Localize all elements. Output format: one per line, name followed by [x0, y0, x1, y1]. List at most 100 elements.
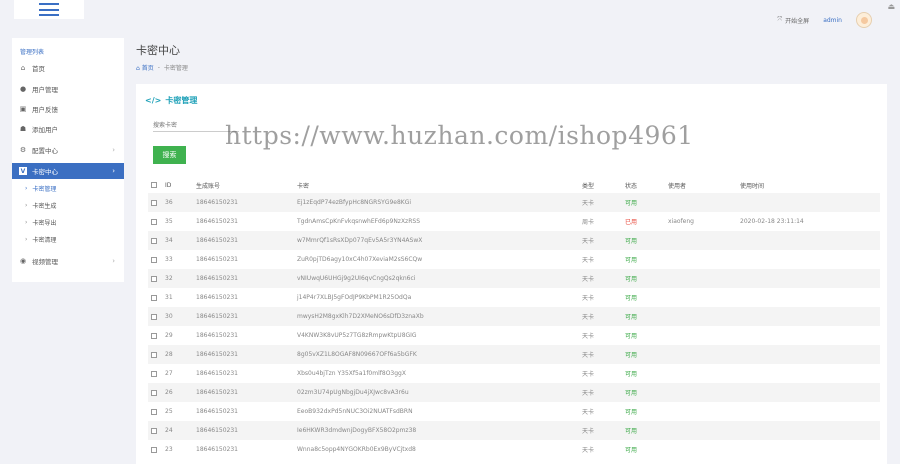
header-user[interactable]: 使用者 — [668, 177, 740, 193]
breadcrumb-separator: - — [157, 64, 160, 71]
avatar[interactable] — [856, 12, 872, 28]
breadcrumb-home[interactable]: ⌂ 首页 — [136, 63, 154, 72]
sidebar-sub-card-generate[interactable]: › 卡密生成 — [12, 197, 124, 214]
row-checkbox[interactable] — [151, 313, 157, 320]
cell-user — [668, 402, 740, 421]
panel-title: </> 卡密管理 — [145, 96, 198, 105]
sidebar-item-card-center[interactable]: V 卡密中心 › — [12, 163, 124, 179]
cell-id: 31 — [165, 294, 173, 301]
cell-account: 18646150231 — [196, 313, 238, 320]
header-card[interactable]: 卡密 — [297, 177, 582, 193]
sidebar-item-home[interactable]: ⌂ 首页 — [12, 60, 124, 76]
admin-name[interactable]: admin — [823, 17, 842, 24]
table-header-row: ID 生成账号 卡密 类型 状态 使用者 使用时间 — [148, 177, 880, 193]
cell-card: TgdnAmsCpKnFvkqsnwhEFd6p9NzXzRSS — [297, 218, 420, 225]
sidebar-item-video[interactable]: ◉ 视频管理 › — [12, 253, 124, 269]
row-checkbox[interactable] — [151, 332, 157, 339]
row-checkbox[interactable] — [151, 199, 157, 206]
sidebar-sub-card-manage[interactable]: › 卡密管理 — [12, 180, 124, 197]
table-row: 34 18646150231 w7MmrQf1sRsXDp077qEv5A5r3YN… — [148, 231, 880, 250]
table-row: 23 18646150231 Wnna8c5opp4NYGOKRb0Ex9ByVCj… — [148, 440, 880, 459]
sidebar-item-feedback[interactable]: ▣ 用户反馈 — [12, 101, 124, 117]
table-row: 33 18646150231 ZuR0pjTD6agy10xC4h07XeviaM2… — [148, 250, 880, 269]
sidebar-item-config[interactable]: ⚙ 配置中心 › — [12, 142, 124, 158]
sidebar-sub-card-export[interactable]: › 卡密导出 — [12, 214, 124, 231]
header-time[interactable]: 使用时间 — [740, 177, 880, 193]
cell-account: 18646150231 — [196, 351, 238, 358]
chevron-right-icon: › — [25, 185, 28, 192]
header-id[interactable]: ID — [165, 177, 196, 193]
table-row: 24 18646150231 Ie6HKWR3dmdwnjDogyBFX58O2pm… — [148, 421, 880, 440]
select-all-checkbox[interactable] — [151, 182, 157, 188]
cell-type: 天卡 — [582, 390, 595, 397]
row-checkbox[interactable] — [151, 446, 157, 453]
row-checkbox[interactable] — [151, 256, 157, 263]
cell-id: 35 — [165, 218, 173, 225]
expand-icon: ⤧ — [777, 16, 783, 23]
table-row: 30 18646150231 mwysH2M8gxKlh7D2XMeNO6sDfD3… — [148, 307, 880, 326]
cell-id: 25 — [165, 408, 173, 415]
cell-checkbox — [148, 212, 165, 231]
cell-account: 18646150231 — [196, 275, 238, 282]
cell-account: 18646150231 — [196, 408, 238, 415]
cell-status: 可用 — [625, 352, 638, 359]
cell-account: 18646150231 — [196, 218, 238, 225]
cell-account: 18646150231 — [196, 332, 238, 339]
cell-card: Xbs0u4bjTzn Y35Xf5a1f0mlf8O3ggX — [297, 370, 406, 377]
cell-time — [740, 383, 880, 402]
table-row: 25 18646150231 EeoB932dxPd5nNUC3Oi2NUATFsd… — [148, 402, 880, 421]
cell-status: 可用 — [625, 447, 638, 454]
row-checkbox[interactable] — [151, 237, 157, 244]
cell-user — [668, 345, 740, 364]
cell-checkbox — [148, 326, 165, 345]
header-account[interactable]: 生成账号 — [196, 177, 297, 193]
fullscreen-label: 开始全屏 — [785, 17, 810, 25]
cell-status: 可用 — [625, 238, 638, 245]
row-checkbox[interactable] — [151, 218, 157, 225]
cell-card: w7MmrQf1sRsXDp077qEv5A5r3YN4ASwX — [297, 237, 423, 244]
sidebar: 管理列表 ⌂ 首页 ● 用户管理 ▣ 用户反馈 ☗ 添加用户 ⚙ 配置中心 › … — [12, 38, 124, 282]
cell-account: 18646150231 — [196, 370, 238, 377]
gear-icon: ⚙ — [19, 146, 27, 154]
row-checkbox[interactable] — [151, 389, 157, 396]
row-checkbox[interactable] — [151, 370, 157, 377]
cell-id: 29 — [165, 332, 173, 339]
cell-time — [740, 364, 880, 383]
cell-time: 2020-02-18 23:11:14 — [740, 218, 804, 225]
top-bar: ⤧ 开始全屏 admin ⏏ — [0, 0, 900, 38]
cell-type: 天卡 — [582, 409, 595, 416]
chevron-right-icon: › — [112, 257, 115, 265]
cell-status: 可用 — [625, 314, 638, 321]
logout-icon[interactable]: ⏏ — [887, 2, 895, 11]
row-checkbox[interactable] — [151, 294, 157, 301]
cell-time — [740, 307, 880, 326]
cell-card: EeoB932dxPd5nNUC3Oi2NUATFsdBRN — [297, 408, 413, 415]
search-button[interactable]: 搜索 — [153, 146, 186, 164]
cell-card: Wnna8c5opp4NYGOKRb0Ex9ByVCjtxd8 — [297, 446, 416, 453]
cell-card: V4KNW3K8vUP5z7TG8zRmpwKtpU8GIG — [297, 332, 417, 339]
cell-id: 30 — [165, 313, 173, 320]
sidebar-item-add-user[interactable]: ☗ 添加用户 — [12, 121, 124, 137]
header-type[interactable]: 类型 — [582, 177, 625, 193]
cell-type: 天卡 — [582, 447, 595, 454]
cell-time — [740, 269, 880, 288]
table-row: 28 18646150231 8g05vXZ1L8OGAF8N09667OFf6a5… — [148, 345, 880, 364]
row-checkbox[interactable] — [151, 408, 157, 415]
menu-toggle-button[interactable] — [14, 0, 84, 19]
code-icon: </> — [145, 96, 162, 105]
header-status[interactable]: 状态 — [625, 177, 668, 193]
cell-checkbox — [148, 345, 165, 364]
row-checkbox[interactable] — [151, 351, 157, 358]
fullscreen-button[interactable]: ⤧ 开始全屏 — [777, 16, 809, 25]
cell-id: 26 — [165, 389, 173, 396]
cell-type: 周卡 — [582, 219, 595, 226]
row-checkbox[interactable] — [151, 275, 157, 282]
cell-account: 18646150231 — [196, 446, 238, 453]
cell-card: j14P4r7XLBJ5gFOdJP9KbPM1R25OdQa — [297, 294, 412, 301]
row-checkbox[interactable] — [151, 427, 157, 434]
sidebar-item-user-management[interactable]: ● 用户管理 — [12, 81, 124, 97]
cell-type: 天卡 — [582, 200, 595, 207]
cell-checkbox — [148, 364, 165, 383]
cell-checkbox — [148, 269, 165, 288]
sidebar-sub-card-clean[interactable]: › 卡密清理 — [12, 231, 124, 248]
